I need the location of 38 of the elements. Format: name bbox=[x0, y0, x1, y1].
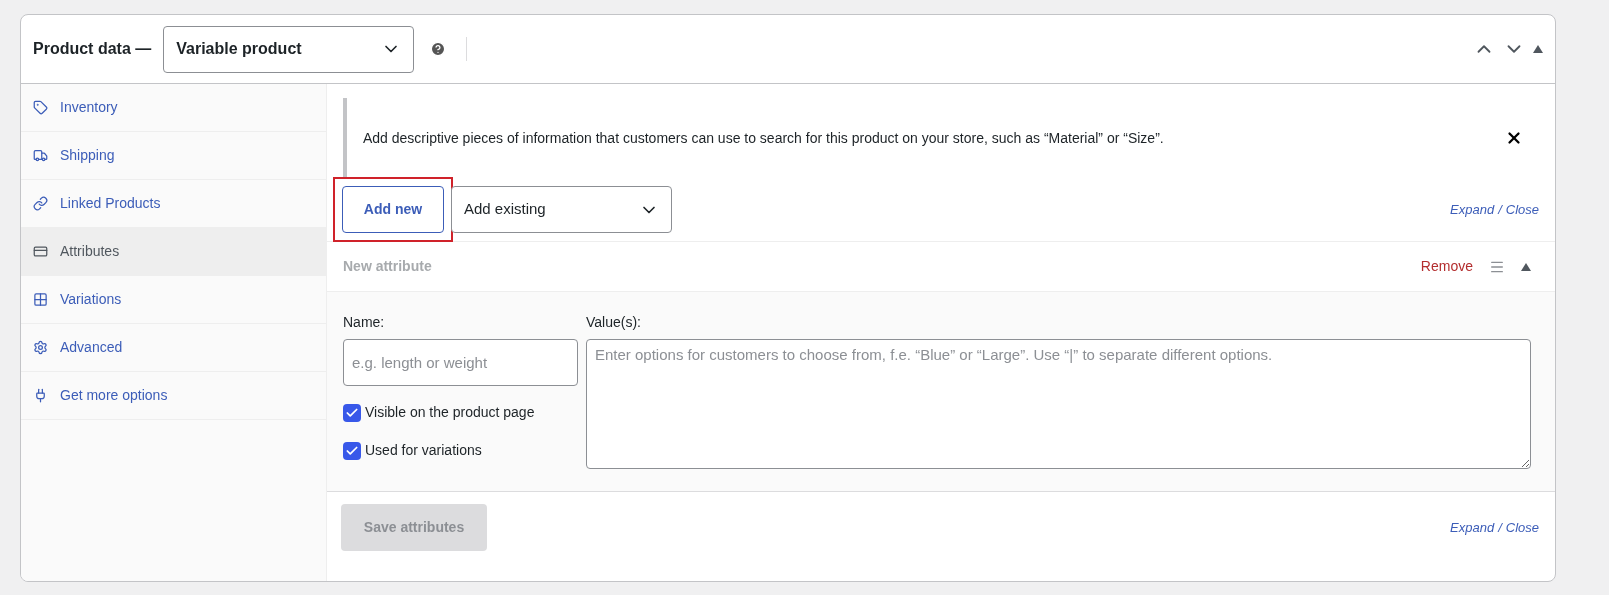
values-label: Value(s): bbox=[586, 313, 642, 332]
sidebar-tab[interactable]: Variations bbox=[21, 276, 326, 324]
panel-title: Product data — bbox=[33, 39, 152, 59]
checkbox[interactable] bbox=[343, 403, 361, 422]
separator-text: / bbox=[1498, 518, 1502, 537]
gear-icon bbox=[33, 340, 48, 355]
expand-link[interactable]: Expand bbox=[1450, 517, 1495, 538]
add-existing-select[interactable]: Add existing bbox=[451, 186, 672, 233]
checkbox-label: Used for variations bbox=[365, 441, 482, 460]
plug-icon bbox=[33, 388, 48, 403]
link-icon bbox=[33, 196, 48, 211]
checkbox[interactable] bbox=[343, 441, 361, 460]
checkbox-label: Visible on the product page bbox=[365, 403, 535, 422]
triangle-up-icon[interactable] bbox=[1533, 45, 1543, 53]
close-link[interactable]: Close bbox=[1505, 517, 1539, 538]
product-type-select[interactable]: Variable product bbox=[163, 25, 415, 73]
card-icon bbox=[33, 244, 48, 259]
tag-icon bbox=[33, 100, 48, 115]
remove-link[interactable]: Remove bbox=[1420, 256, 1473, 277]
grid-icon bbox=[33, 292, 48, 307]
close-icon[interactable] bbox=[1505, 129, 1523, 147]
help-icon[interactable] bbox=[430, 41, 447, 57]
sidebar-tab[interactable]: Get more options bbox=[21, 372, 326, 420]
close-link[interactable]: Close bbox=[1505, 199, 1539, 220]
notice-text: Add descriptive pieces of information that customers can use to search for this product on your store, such as “Material” or “Size”. bbox=[363, 128, 1164, 148]
sidebar-tab[interactable]: Advanced bbox=[21, 324, 326, 372]
triangle-up-icon[interactable] bbox=[1521, 262, 1531, 271]
attribute-title: New attribute bbox=[343, 257, 432, 276]
add-new-button[interactable]: Add new bbox=[342, 186, 444, 233]
name-label: Name: bbox=[343, 313, 386, 332]
sidebar-tab[interactable]: Inventory bbox=[21, 84, 326, 132]
expand-link[interactable]: Expand bbox=[1450, 199, 1495, 220]
separator-text: / bbox=[1498, 200, 1502, 219]
truck-icon bbox=[33, 148, 48, 163]
sidebar-tab[interactable]: Attributes bbox=[21, 228, 326, 276]
values-field[interactable]: Enter options for customers to choose from, f.e. “Blue” or “Large”. Use “|” to separate different options. bbox=[586, 339, 1531, 469]
sidebar-tab[interactable]: Shipping bbox=[21, 132, 326, 180]
name-field[interactable]: e.g. length or weight bbox=[343, 339, 578, 386]
